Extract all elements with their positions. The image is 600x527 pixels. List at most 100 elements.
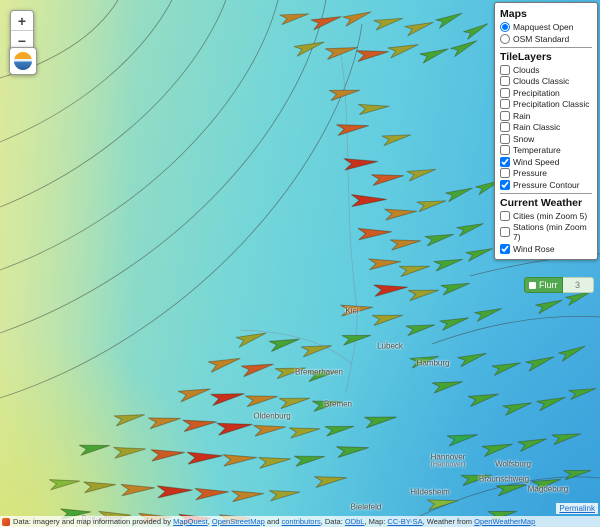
checkbox-input[interactable] <box>500 243 510 254</box>
tileLayers-option[interactable]: Clouds Classic <box>500 76 592 86</box>
maps-option[interactable]: Mapquest Open <box>500 22 592 32</box>
wind-arrow <box>324 46 358 60</box>
wind-arrow <box>48 479 81 491</box>
wind-arrow <box>268 338 300 352</box>
wind-arrow <box>148 417 181 430</box>
city-label: Kiel <box>345 306 359 316</box>
wind-arrow <box>231 490 265 503</box>
wind-arrow <box>433 258 464 272</box>
tileLayers-option[interactable]: Temperature <box>500 145 592 155</box>
wind-arrow <box>314 476 347 489</box>
tileLayers-option[interactable]: Pressure Contour <box>500 179 592 190</box>
wind-arrow <box>207 357 241 373</box>
maps-option[interactable]: OSM Standard <box>500 33 592 44</box>
tileLayers-option[interactable]: Precipitation Classic <box>500 99 592 109</box>
checkbox-input[interactable] <box>500 76 510 86</box>
city-label: Bielefeld <box>350 502 382 512</box>
wind-arrow <box>387 44 419 59</box>
city-label: Braunschweig <box>478 474 530 484</box>
checkbox-input[interactable] <box>500 133 510 144</box>
wind-arrow <box>310 16 342 31</box>
attribution-link[interactable]: MapQuest <box>173 517 208 526</box>
wind-arrow <box>278 397 311 410</box>
checkbox-input[interactable] <box>500 87 510 98</box>
city-label: Hannover (Hannover) <box>430 452 466 469</box>
option-label: Cities (min Zoom 5) <box>513 210 588 221</box>
wind-arrow <box>177 388 211 403</box>
flurry-badge[interactable]: Flurr 3 <box>524 277 594 293</box>
currentWeather-option[interactable]: Wind Rose <box>500 243 592 254</box>
attribution-link[interactable]: ODbL <box>345 517 365 526</box>
tileLayers-options: Clouds Clouds Classic Precipitation Precipi… <box>500 64 592 190</box>
attribution-link[interactable]: contributors <box>282 517 321 526</box>
attribution-link[interactable]: OpenWeatherMap <box>474 517 535 526</box>
openweathermap-logo-button[interactable] <box>9 47 37 75</box>
option-label: Precipitation Classic <box>513 99 590 109</box>
wind-arrow <box>240 363 274 378</box>
wind-arrow <box>371 174 404 187</box>
wind-arrow <box>371 314 404 327</box>
wind-arrow <box>389 239 422 251</box>
city-label: Oldenburg <box>253 411 291 421</box>
wind-arrow <box>83 481 117 494</box>
tileLayers-option[interactable]: Precipitation <box>500 87 592 98</box>
option-label: Temperature <box>513 145 561 155</box>
wind-arrow <box>343 158 378 171</box>
checkbox-input[interactable] <box>500 210 510 221</box>
currentweather-section-title: Current Weather <box>500 196 583 209</box>
checkbox-input[interactable] <box>500 227 510 237</box>
wind-arrow <box>424 233 455 247</box>
wind-arrow <box>558 345 586 362</box>
flurry-button[interactable]: Flurr <box>524 277 563 293</box>
wind-arrow <box>439 317 469 331</box>
currentWeather-option[interactable]: Cities (min Zoom 5) <box>500 210 592 221</box>
wind-arrow <box>474 308 502 322</box>
wind-arrow <box>502 402 532 416</box>
checkbox-input[interactable] <box>500 64 510 75</box>
zoom-control: + − <box>10 10 34 52</box>
wind-arrow <box>358 103 390 116</box>
wind-arrow <box>525 356 555 372</box>
wind-arrow <box>463 23 489 40</box>
checkbox-input[interactable] <box>500 122 510 132</box>
flurry-count: 3 <box>562 277 594 293</box>
wind-arrow <box>324 425 355 437</box>
wind-arrow <box>268 490 301 502</box>
checkbox-input[interactable] <box>500 179 510 190</box>
wind-arrow <box>406 168 437 182</box>
radio-input[interactable] <box>500 33 510 44</box>
option-label: Wind Speed <box>513 156 560 167</box>
checkbox-input[interactable] <box>500 110 510 121</box>
wind-arrow <box>150 449 185 462</box>
checkbox-input[interactable] <box>500 168 510 178</box>
currentWeather-option[interactable]: Stations (min Zoom 7) <box>500 222 592 242</box>
wind-arrow <box>300 345 332 358</box>
wind-arrow <box>350 193 387 208</box>
tileLayers-option[interactable]: Wind Speed <box>500 156 592 167</box>
wind-arrow <box>293 41 325 57</box>
permalink-link[interactable]: Permalink <box>556 503 598 514</box>
tileLayers-option[interactable]: Rain <box>500 110 592 121</box>
zoom-in-button[interactable]: + <box>11 11 33 31</box>
option-label: OSM Standard <box>513 33 570 44</box>
wind-arrow <box>563 470 592 481</box>
wind-arrow <box>407 289 440 302</box>
checkbox-input[interactable] <box>500 99 510 109</box>
radio-input[interactable] <box>500 22 510 32</box>
wind-arrow <box>194 487 229 501</box>
checkbox-input[interactable] <box>500 156 510 167</box>
wind-arrow <box>288 427 321 439</box>
tileLayers-option[interactable]: Rain Classic <box>500 122 592 132</box>
wind-arrow <box>465 248 493 262</box>
tileLayers-option[interactable]: Clouds <box>500 64 592 75</box>
option-label: Clouds Classic <box>513 76 570 86</box>
checkbox-input[interactable] <box>500 145 510 155</box>
city-label: Bremen <box>323 399 353 409</box>
wind-arrow <box>426 499 459 511</box>
attribution-link[interactable]: CC-BY-SA <box>387 517 422 526</box>
tileLayers-option[interactable]: Snow <box>500 133 592 144</box>
attribution-link[interactable]: OpenStreetMap <box>212 517 265 526</box>
wind-arrow <box>113 446 147 459</box>
flurry-icon <box>529 281 536 289</box>
tileLayers-option[interactable]: Pressure <box>500 168 592 178</box>
